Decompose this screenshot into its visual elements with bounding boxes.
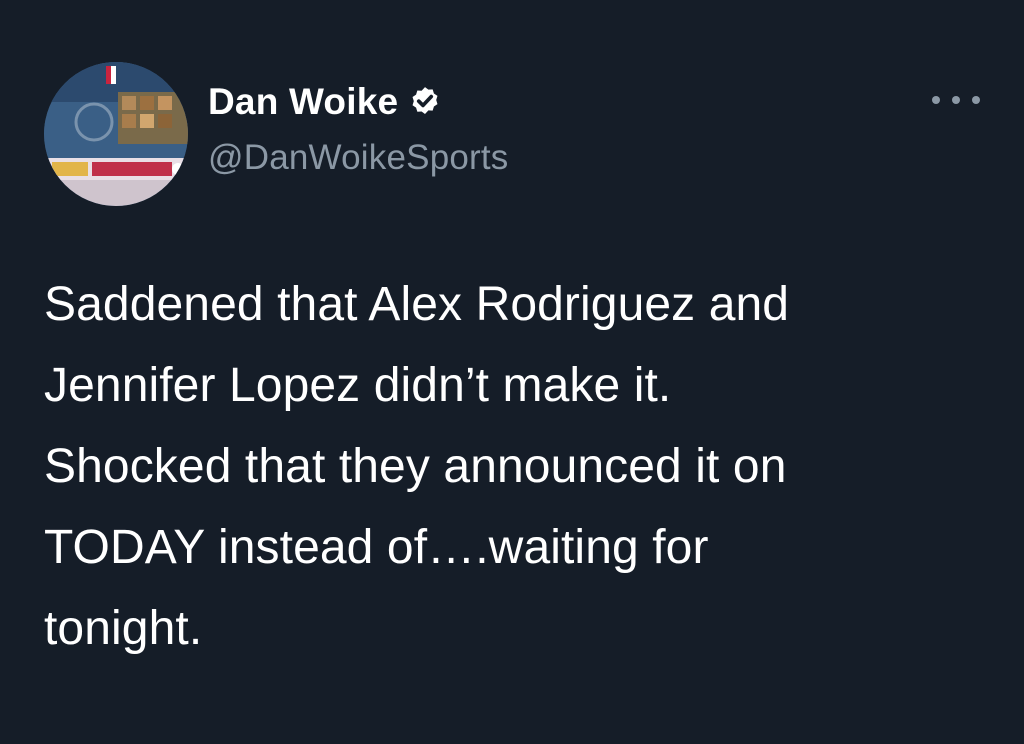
verified-badge-icon	[412, 87, 438, 115]
more-dot	[952, 96, 960, 104]
author-avatar[interactable]	[44, 62, 188, 206]
tweet-card: Dan Woike @DanWoikeSports Saddened that …	[0, 0, 1024, 744]
tweet-text: Saddened that Alex Rodriguez and Jennife…	[44, 278, 790, 655]
avatar-image	[44, 62, 188, 206]
author-handle[interactable]: @DanWoikeSports	[208, 138, 509, 178]
more-dot	[972, 96, 980, 104]
more-dot	[932, 96, 940, 104]
name-row: Dan Woike	[208, 80, 509, 124]
author-info: Dan Woike @DanWoikeSports	[208, 80, 509, 178]
author-display-name[interactable]: Dan Woike	[208, 81, 398, 123]
more-options-icon[interactable]	[932, 88, 980, 112]
